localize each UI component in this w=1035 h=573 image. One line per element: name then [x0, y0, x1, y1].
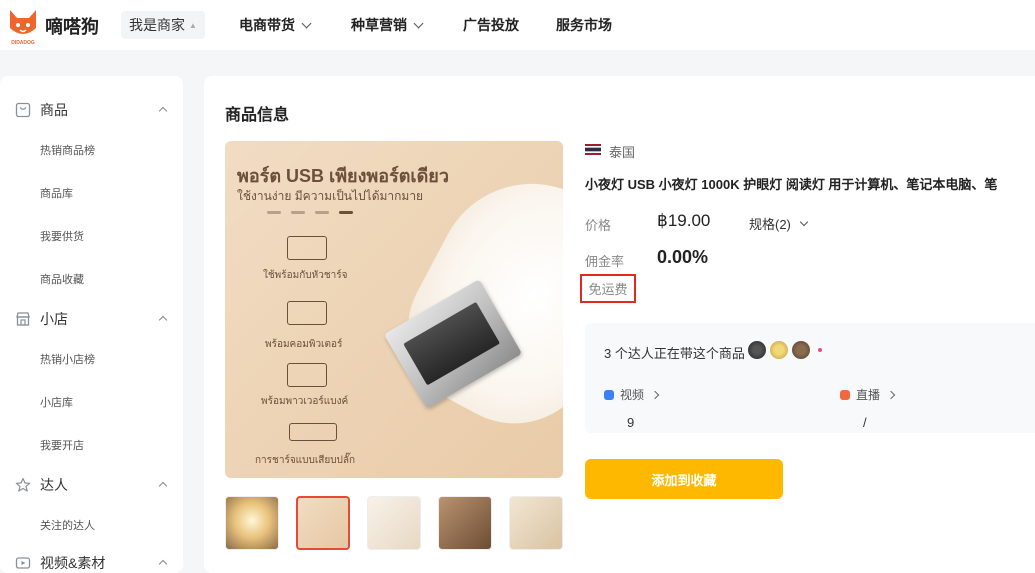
nav-item-ecommerce[interactable]: 电商带货 [239, 15, 312, 35]
sidebar-item-hot-shops[interactable]: 热销小店榜 [40, 351, 95, 367]
top-nav-bar: DIDADOG 嘀嗒狗 我是商家 ▲ 电商带货 种草营销 广告投放 服务市场 [0, 0, 1035, 50]
thailand-flag-icon [585, 144, 601, 155]
hero-headline: พอร์ต USB เพียงพอร์ตเดียว [237, 166, 449, 186]
chevron-up-icon [158, 315, 168, 325]
star-icon [15, 477, 31, 492]
hero-row-text: การชาร์จแบบเสียบปลั๊ก [255, 455, 356, 466]
nav-item-ads[interactable]: 广告投放 [463, 15, 519, 35]
video-count: 9 [627, 415, 635, 430]
sidebar-item-shop-library[interactable]: 小店库 [40, 394, 73, 410]
didadog-logo-icon[interactable]: DIDADOG [6, 6, 40, 46]
live-icon [840, 389, 850, 400]
product-title: 小夜灯 USB 小夜灯 1000K 护眼灯 阅读灯 用于计算机、笔记本电脑、笔 [585, 177, 998, 192]
creator-avatars [748, 341, 822, 359]
avatar[interactable] [748, 341, 766, 359]
add-to-favorites-button[interactable]: 添加到收藏 [585, 459, 783, 499]
country-label: 泰国 [609, 145, 636, 160]
price-label: 价格 [585, 218, 612, 233]
spec-selector[interactable]: 规格(2) [749, 214, 809, 233]
creators-headline: 3 个达人正在带这个商品 [604, 346, 745, 361]
laptop-icon [287, 301, 327, 325]
commission-label: 佣金率 [585, 254, 625, 269]
brand-name[interactable]: 嘀嗒狗 [45, 13, 99, 39]
thumbnail-2-selected[interactable] [296, 496, 350, 550]
charger-icon [287, 236, 327, 260]
video-icon [604, 389, 614, 400]
free-shipping-tag: 免运费 [580, 274, 636, 303]
indicator-dot [818, 348, 822, 352]
free-shipping-label: 免运费 [588, 282, 628, 297]
nav-item-label: 服务市场 [556, 17, 612, 33]
nav-item-seeding[interactable]: 种草营销 [351, 15, 424, 35]
video-label: 视频 [620, 388, 645, 402]
chevron-up-icon [158, 106, 168, 116]
hero-row-text: พร้อมพาวเวอร์แบงค์ [261, 396, 349, 407]
product-info-card: 商品信息 พอร์ต USB เพียงพอร์ตเดียว ใช้งานง่า… [204, 76, 1035, 573]
nav-item-label: 电商带货 [239, 17, 295, 33]
avatar[interactable] [792, 341, 810, 359]
chevron-down-icon [413, 18, 424, 28]
sidebar-item-product-favorites[interactable]: 商品收藏 [40, 271, 84, 287]
hero-subline: ใช้งานง่าย มีความเป็นไปได้มากมาย [237, 189, 424, 203]
shop-icon [16, 312, 30, 326]
price-value: ฿19.00 [657, 211, 711, 230]
product-main-image[interactable]: พอร์ต USB เพียงพอร์ตเดียว ใช้งานง่าย มีค… [225, 141, 563, 478]
video-stat-link[interactable]: 视频 [604, 386, 660, 403]
thumbnail-strip [225, 496, 563, 550]
nav-item-label: 广告投放 [463, 17, 519, 33]
live-stat-link[interactable]: 直播 [840, 386, 896, 403]
live-count: / [863, 415, 867, 430]
chevron-up-icon [158, 559, 168, 569]
sidebar-group-label: 达人 [40, 477, 68, 493]
page-title: 商品信息 [225, 107, 290, 124]
sidebar-group-label: 视频&素材 [40, 555, 106, 571]
spec-label: 规格(2) [749, 217, 791, 232]
video-icon [15, 557, 31, 569]
sidebar: 商品 热销商品榜 商品库 我要供货 商品收藏 小店 热销小店榜 小店库 我要开店… [0, 76, 183, 573]
live-label: 直播 [856, 388, 881, 402]
sidebar-item-followed-creators[interactable]: 关注的达人 [40, 517, 95, 533]
hero-row-text: พร้อมคอมพิวเตอร์ [265, 339, 343, 350]
nav-item-label: 种草营销 [351, 17, 407, 33]
chevron-right-icon [650, 390, 660, 399]
sidebar-group-label: 商品 [40, 102, 68, 118]
thumbnail-1[interactable] [225, 496, 279, 550]
commission-value: 0.00% [657, 247, 709, 267]
thumbnail-4[interactable] [438, 496, 492, 550]
chevron-down-icon [799, 217, 809, 226]
merchant-label: 我是商家 [129, 17, 185, 33]
sidebar-item-product-library[interactable]: 商品库 [40, 185, 73, 201]
thumbnail-5[interactable] [509, 496, 563, 550]
powerbank-icon [287, 363, 327, 387]
merchant-switch[interactable]: 我是商家 ▲ [121, 11, 205, 39]
power-strip-icon [289, 423, 337, 441]
caret-up-icon: ▲ [189, 20, 197, 30]
hero-dots [267, 211, 353, 214]
sidebar-item-hot-products[interactable]: 热销商品榜 [40, 142, 95, 158]
hero-row-text: ใช้พร้อมกับหัวชาร์จ [263, 270, 348, 281]
sidebar-group-shops[interactable]: 小店 [0, 306, 183, 332]
chevron-right-icon [886, 390, 896, 399]
thumbnail-3[interactable] [367, 496, 421, 550]
bag-icon [15, 102, 31, 118]
sidebar-group-videos[interactable]: 视频&素材 [0, 550, 183, 573]
avatar[interactable] [770, 341, 788, 359]
sidebar-item-open-shop[interactable]: 我要开店 [40, 437, 84, 453]
sidebar-item-supply[interactable]: 我要供货 [40, 228, 84, 244]
chevron-down-icon [301, 18, 312, 28]
add-to-favorites-label: 添加到收藏 [651, 472, 717, 488]
sidebar-group-products[interactable]: 商品 [0, 97, 183, 123]
logo-caption: DIDADOG [11, 40, 35, 46]
sidebar-group-label: 小店 [40, 311, 68, 327]
creators-panel: 3 个达人正在带这个商品 视频 9 直播 / [585, 323, 1035, 433]
nav-item-service-market[interactable]: 服务市场 [556, 15, 612, 35]
sidebar-group-creators[interactable]: 达人 [0, 472, 183, 498]
chevron-up-icon [158, 481, 168, 491]
